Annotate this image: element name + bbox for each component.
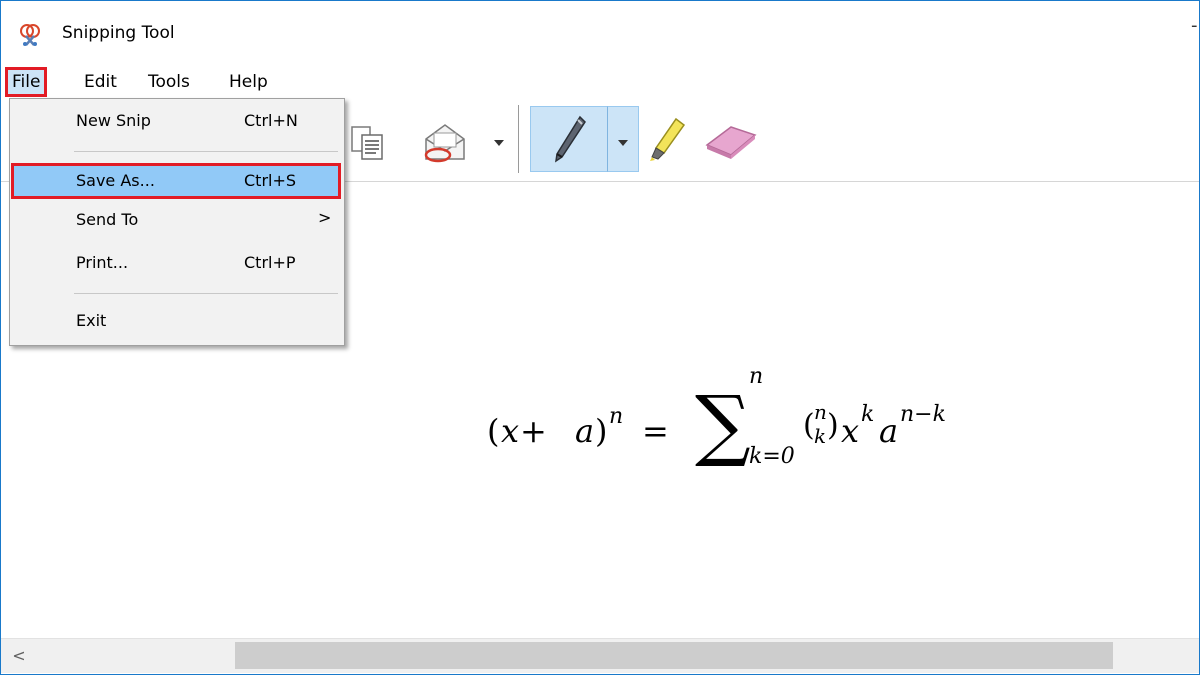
- formula-sigma: ∑: [695, 380, 751, 470]
- snipping-tool-window: Snipping Tool - File Edit Tools Help (x…: [0, 0, 1200, 675]
- formula-binom-bottom: k: [814, 424, 827, 448]
- window-title: Snipping Tool: [62, 23, 175, 43]
- formula-term-x: x: [841, 412, 860, 450]
- new-snip-shortcut: Ctrl+N: [244, 111, 298, 130]
- formula-equals: =: [642, 412, 669, 450]
- formula-sum-lower: k=0: [749, 444, 795, 469]
- menu-help[interactable]: Help: [229, 69, 268, 95]
- menu-item-print[interactable]: Print... Ctrl+P: [12, 246, 340, 280]
- menu-item-exit[interactable]: Exit: [12, 304, 340, 338]
- formula-open-paren: (: [487, 412, 500, 450]
- formula-a: a: [575, 412, 595, 450]
- menu-separator: [74, 293, 338, 294]
- pen-dropdown-button[interactable]: [607, 106, 639, 172]
- menu-tools[interactable]: Tools: [148, 69, 190, 95]
- menu-item-save-as[interactable]: Save As... Ctrl+S: [11, 163, 341, 199]
- menu-file[interactable]: File: [4, 67, 48, 97]
- formula-plus: +: [520, 412, 547, 450]
- menu-item-new-snip[interactable]: New Snip Ctrl+N: [12, 104, 340, 138]
- formula-power-n: n: [609, 404, 624, 429]
- menu-item-send-to[interactable]: Send To >: [12, 203, 340, 237]
- formula-close-paren: ): [595, 412, 608, 450]
- submenu-arrow-icon: >: [318, 208, 332, 227]
- formula-term-x-power: k: [861, 402, 875, 427]
- save-as-shortcut: Ctrl+S: [244, 171, 297, 190]
- print-shortcut: Ctrl+P: [244, 253, 296, 272]
- save-as-label: Save As...: [76, 171, 155, 190]
- menu-edit[interactable]: Edit: [84, 69, 117, 95]
- send-to-label: Send To: [76, 210, 139, 229]
- scroll-thumb[interactable]: [235, 642, 1113, 669]
- menu-separator: [74, 151, 338, 152]
- formula-binom-close: ): [827, 408, 839, 443]
- pen-icon[interactable]: [549, 113, 589, 165]
- formula-term-a-power: n−k: [900, 402, 946, 427]
- menu-bar: File Edit Tools Help: [1, 63, 1199, 99]
- formula-term-a: a: [879, 412, 899, 450]
- title-bar: Snipping Tool -: [1, 1, 1199, 63]
- formula-x: x: [501, 412, 520, 450]
- file-menu-dropdown: New Snip Ctrl+N Save As... Ctrl+S Send T…: [9, 98, 345, 346]
- formula-binom-top: n: [814, 400, 827, 424]
- send-dropdown-arrow-icon[interactable]: [494, 140, 504, 146]
- highlighter-icon[interactable]: [646, 115, 688, 163]
- minimize-button[interactable]: -: [1191, 15, 1198, 36]
- send-snip-icon[interactable]: [422, 119, 468, 165]
- copy-icon[interactable]: [350, 125, 384, 161]
- exit-label: Exit: [76, 311, 107, 330]
- toolbar-separator: [518, 105, 519, 173]
- horizontal-scrollbar[interactable]: <: [1, 638, 1199, 673]
- formula-binom-open: (: [803, 408, 815, 443]
- print-label: Print...: [76, 253, 129, 272]
- formula-sum-upper: n: [749, 364, 764, 389]
- scissors-icon: [20, 24, 40, 46]
- eraser-icon[interactable]: [701, 121, 759, 161]
- scroll-left-button[interactable]: <: [7, 644, 31, 668]
- pen-dropdown-arrow-icon[interactable]: [618, 140, 628, 146]
- new-snip-label: New Snip: [76, 111, 151, 130]
